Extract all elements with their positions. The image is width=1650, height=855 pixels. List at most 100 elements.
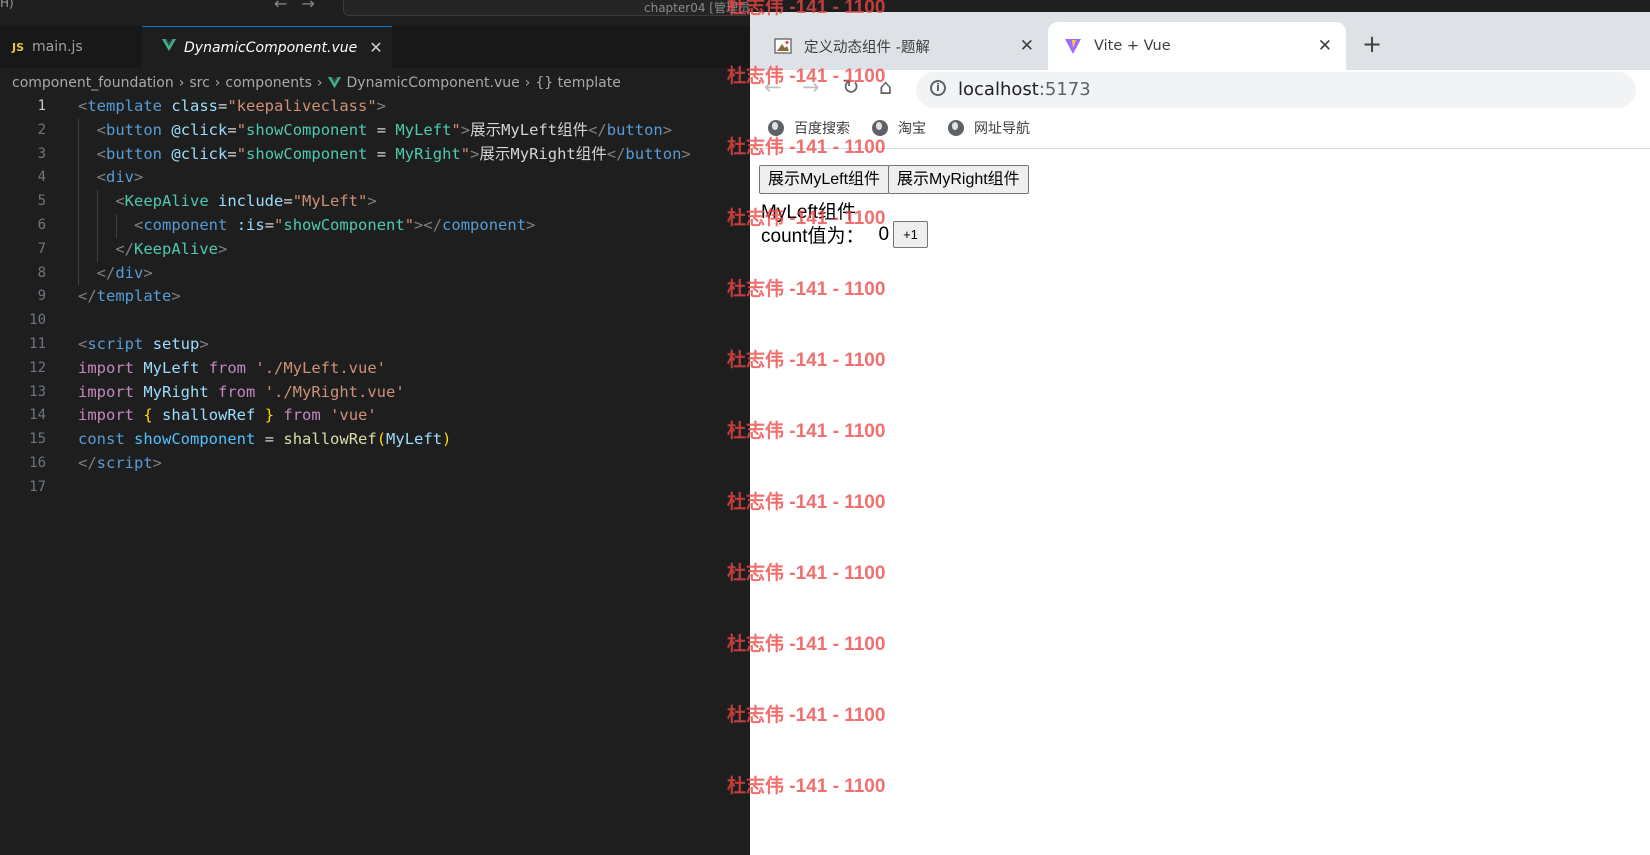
breadcrumb-item[interactable]: component_foundation [12, 75, 174, 91]
code-text: </div> [96, 263, 153, 282]
line-number: 3 [37, 145, 46, 162]
show-myleft-button[interactable]: 展示MyLeft组件 [759, 165, 890, 194]
breadcrumb-item[interactable]: components [225, 75, 312, 91]
code-text: <KeepAlive include="MyLeft"> [115, 192, 377, 211]
globe-icon [948, 120, 964, 136]
code-line: 9 </template> [0, 285, 750, 309]
code-line: 6 <component :is="showComponent"></compo… [0, 213, 750, 238]
close-tab-icon[interactable]: ✕ [1318, 36, 1332, 56]
watermark: 杜志伟 -141 - 1100 [727, 634, 886, 655]
line-number: 8 [37, 264, 46, 281]
command-center-search[interactable]: chapter04 [管理员] [343, 0, 750, 16]
bookmark-label: 淘宝 [898, 121, 926, 137]
watermark: 杜志伟 -141 - 1100 [727, 705, 886, 726]
chevron-right-icon: › [178, 75, 185, 91]
code-text: <script setup> [78, 334, 209, 353]
code-line: 10 [0, 309, 750, 333]
code-editor[interactable]: 1 <template class="keepaliveclass"> 2 <bu… [0, 95, 750, 500]
watermark: 杜志伟 -141 - 1100 [727, 66, 886, 87]
line-number: 12 [29, 359, 46, 376]
code-text: import MyRight from './MyRight.vue' [78, 382, 405, 401]
line-number: 5 [37, 193, 46, 210]
line-number: 4 [37, 169, 46, 186]
code-text: const showComponent = shallowRef(MyLeft) [78, 430, 452, 449]
vue-file-icon [162, 39, 176, 56]
address-url: localhost:5173 [958, 79, 1091, 100]
line-number: 17 [29, 478, 46, 495]
watermark: 杜志伟 -141 - 1100 [727, 563, 886, 584]
code-line: 17 [0, 476, 750, 500]
watermark: 杜志伟 -141 - 1100 [727, 421, 886, 442]
line-number: 13 [29, 383, 46, 400]
code-text: <button @click="showComponent = MyLeft">… [96, 120, 673, 139]
code-line: 1 <template class="keepaliveclass"> [0, 95, 750, 119]
tab-dynamic-component-vue[interactable]: DynamicComponent.vue ✕ [142, 26, 392, 68]
breadcrumb: component_foundation › src › components › D… [0, 72, 750, 94]
code-line: 8 </div> [0, 261, 750, 286]
code-text: import { shallowRef } from 'vue' [78, 406, 377, 425]
show-myright-button[interactable]: 展示MyRight组件 [888, 165, 1029, 194]
code-text: import MyLeft from './MyLeft.vue' [78, 358, 387, 377]
tab-label: DynamicComponent.vue [184, 39, 358, 56]
breadcrumb-item[interactable]: DynamicComponent.vue [347, 75, 520, 91]
close-tab-icon[interactable]: ✕ [1020, 36, 1034, 56]
new-tab-plus-icon[interactable]: + [1362, 30, 1382, 58]
editor-tabs: JS main.js DynamicComponent.vue ✕ [0, 26, 750, 68]
vite-favicon-icon [1064, 37, 1082, 55]
vscode-window: H) ←→ chapter04 [管理员] JS main.js Dynamic… [0, 0, 750, 855]
code-text: </template> [78, 287, 181, 306]
line-number: 15 [29, 431, 46, 448]
line-number: 11 [29, 335, 46, 352]
line-number: 9 [37, 288, 46, 305]
code-line: 2 <button @click="showComponent = MyLeft… [0, 118, 750, 143]
watermark: 杜志伟 -141 - 1100 [727, 0, 886, 18]
browser-tab-title: 定义动态组件 -题解 [804, 39, 930, 56]
breadcrumb-item[interactable]: {} template [535, 75, 620, 91]
code-line: 3 <button @click="showComponent = MyRigh… [0, 142, 750, 167]
tab-main-js[interactable]: JS main.js [0, 26, 143, 68]
code-line: 5 <KeepAlive include="MyLeft"> [0, 190, 750, 214]
watermark: 杜志伟 -141 - 1100 [727, 208, 886, 229]
code-line: 12 import MyLeft from './MyLeft.vue' [0, 357, 750, 381]
browser-tab-vite[interactable]: Vite + Vue ✕ [1048, 22, 1346, 70]
exercise-favicon-icon [774, 37, 792, 55]
bookmark-nav[interactable]: 网址导航 [948, 118, 1030, 138]
line-number: 1 [37, 98, 46, 114]
code-text: <div> [96, 168, 144, 187]
vue-file-icon [327, 77, 341, 89]
code-line: 16 </script> [0, 452, 750, 476]
breadcrumb-item[interactable]: src [189, 75, 209, 91]
increment-button[interactable]: +1 [893, 221, 928, 248]
browser-tab-title: Vite + Vue [1094, 38, 1171, 54]
title-bar: H) ←→ chapter04 [管理员] [0, 0, 750, 16]
line-number: 6 [37, 216, 46, 233]
code-line: 15 const showComponent = shallowRef(MyLef… [0, 428, 750, 452]
line-number: 2 [37, 121, 46, 138]
nav-arrows[interactable]: ←→ [274, 0, 329, 13]
watermark: 杜志伟 -141 - 1100 [727, 776, 886, 797]
watermark: 杜志伟 -141 - 1100 [727, 279, 886, 300]
site-info-icon[interactable]: i [930, 80, 946, 96]
bookmark-label: 网址导航 [974, 121, 1030, 137]
close-tab-icon[interactable]: ✕ [369, 38, 382, 57]
line-number: 10 [29, 312, 46, 329]
watermark: 杜志伟 -141 - 1100 [727, 492, 886, 513]
watermark: 杜志伟 -141 - 1100 [727, 350, 886, 371]
back-arrow-icon[interactable]: ← [274, 0, 301, 13]
watermark: 杜志伟 -141 - 1100 [727, 137, 886, 158]
tab-label: main.js [32, 39, 83, 55]
code-text: <component :is="showComponent"></compone… [134, 215, 536, 234]
code-line: 14 import { shallowRef } from 'vue' [0, 404, 750, 428]
code-text: <button @click="showComponent = MyRight"… [96, 144, 691, 163]
forward-arrow-icon[interactable]: → [301, 0, 328, 13]
code-text: <template class="keepaliveclass"> [78, 97, 387, 115]
code-text: </script> [78, 453, 163, 472]
js-file-icon: JS [12, 40, 25, 54]
code-line: 7 </KeepAlive> [0, 237, 750, 262]
code-line: 13 import MyRight from './MyRight.vue' [0, 381, 750, 405]
address-bar[interactable]: i localhost:5173 [916, 72, 1636, 108]
code-line: 11 <script setup> [0, 333, 750, 357]
chevron-right-icon: › [214, 75, 221, 91]
chevron-right-icon: › [524, 75, 531, 91]
code-text: </KeepAlive> [115, 239, 228, 258]
